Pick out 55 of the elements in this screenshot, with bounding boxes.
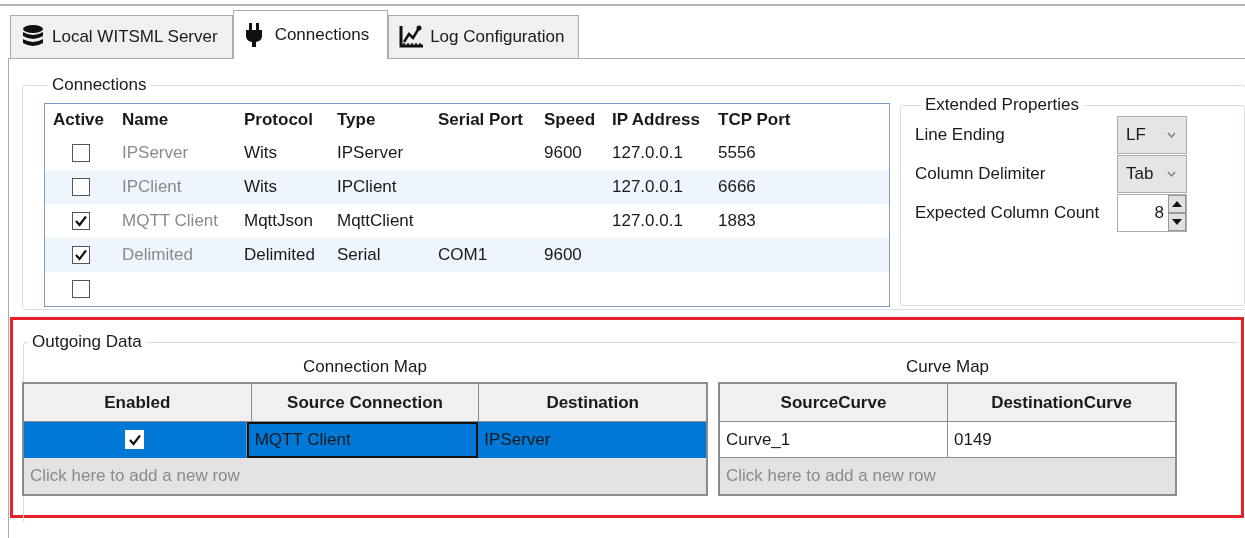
table-cell-text: Wits	[243, 143, 279, 163]
tab[interactable]: Log Configuration	[388, 15, 580, 58]
chevron-icon	[1167, 131, 1176, 138]
table-cell-text: 127.0.0.1	[611, 143, 684, 163]
table-cell-text: 127.0.0.1	[611, 177, 684, 197]
column-header: SourceCurve	[720, 384, 948, 422]
checkbox[interactable]	[71, 280, 90, 298]
table-cell-text: MqttJson	[243, 211, 314, 231]
table-cell-text: Wits	[243, 177, 279, 197]
tab[interactable]: Local WITSML Server	[10, 15, 233, 58]
checkbox[interactable]	[71, 246, 90, 264]
table-cell-text: MqttClient	[336, 211, 415, 231]
table-row[interactable]: MQTT Client IPServer	[24, 422, 706, 458]
column-header: Protocol	[243, 110, 314, 130]
table-cell: MQTT Client	[246, 422, 479, 458]
table-cell-text: 9600	[543, 143, 583, 163]
column-header: Speed	[543, 110, 597, 130]
column-header: Serial Port	[437, 110, 525, 130]
dropdown[interactable]: Tab	[1117, 154, 1187, 193]
column-header: Name	[121, 110, 170, 130]
group-title: Connections	[51, 75, 148, 95]
column-header: DestinationCurve	[948, 384, 1175, 422]
column-header: IP Address	[611, 110, 701, 130]
column-header: TCP Port	[717, 110, 792, 130]
table-cell-text: COM1	[437, 245, 489, 265]
table-title: Connection Map	[303, 356, 427, 378]
table-cell-text: Serial	[336, 245, 382, 265]
column-header: Source Connection	[251, 384, 480, 422]
chevron-icon	[1167, 170, 1176, 177]
table-title: Curve Map	[905, 356, 990, 378]
tab[interactable]: Connections	[232, 10, 389, 59]
table-cell-text: 6666	[717, 177, 757, 197]
group-title: Outgoing Data	[31, 332, 143, 352]
table-cell-text: MQTT Client	[121, 211, 220, 231]
table-cell-text: 1883	[717, 211, 757, 231]
table-cell-text: IPServer	[121, 143, 190, 163]
table-cell-text: IPServer	[336, 143, 405, 163]
column-header: Type	[336, 110, 377, 130]
table-cell-text: IPClient	[336, 177, 398, 197]
chart-icon	[399, 24, 424, 50]
table-cell-text: Delimited	[121, 245, 194, 265]
field-label: Expected Column Count	[915, 202, 1101, 223]
dropdown[interactable]: LF	[1117, 115, 1187, 154]
checkbox[interactable]	[71, 178, 90, 196]
group-title: Extended Properties	[924, 95, 1081, 115]
field-label: Column Delimiter	[915, 163, 1047, 184]
checkbox[interactable]	[71, 212, 90, 230]
field-label: Line Ending	[915, 124, 1006, 145]
column-header: Active	[52, 110, 106, 130]
table-cell-text: 5556	[717, 143, 757, 163]
table-cell-text: 9600	[543, 245, 583, 265]
checkbox[interactable]	[71, 144, 90, 162]
table-cell-text: Delimited	[243, 245, 316, 265]
table-cell-text: IPClient	[121, 177, 183, 197]
table-cell-text: 127.0.0.1	[611, 211, 684, 231]
